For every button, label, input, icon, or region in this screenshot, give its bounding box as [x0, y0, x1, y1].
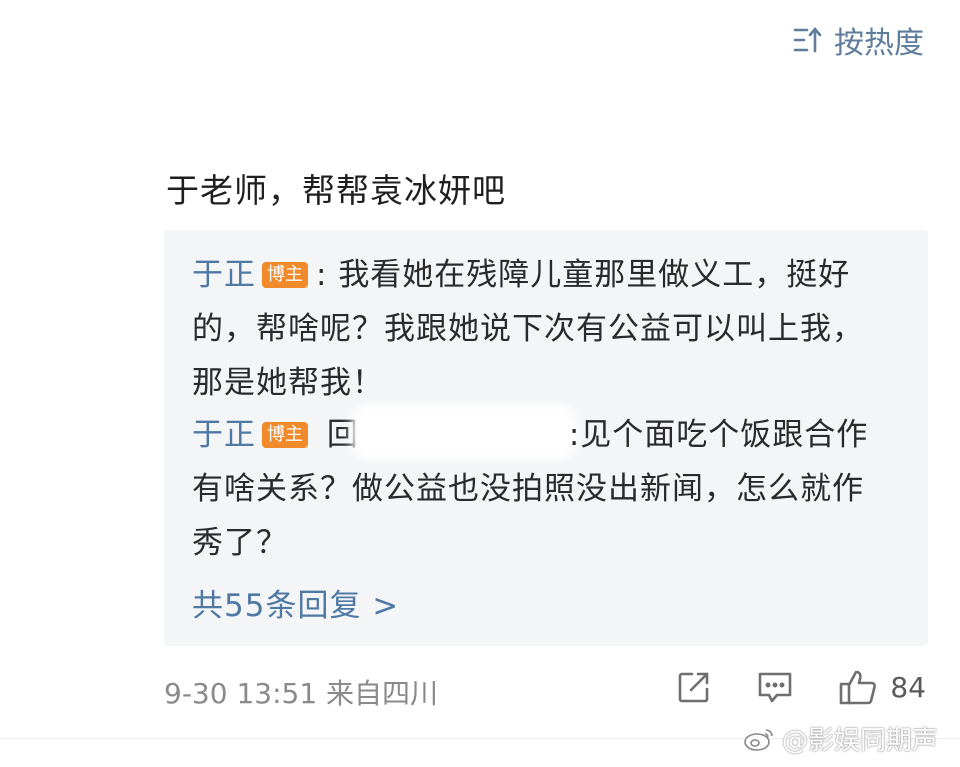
- sort-descending-icon: [792, 24, 824, 56]
- watermark-text: @影娱同期声: [781, 726, 938, 756]
- reply-separator: :: [316, 257, 328, 293]
- reply-username[interactable]: 于正: [192, 257, 256, 293]
- share-button[interactable]: [676, 669, 712, 705]
- sort-by-hot-button[interactable]: 按热度: [792, 18, 924, 62]
- reply-item: 于正 博主: 我看她在残障儿童那里做义工，挺好的，帮啥呢？我跟她说下次有公益可以叫…: [192, 248, 892, 410]
- like-count: 84: [890, 670, 926, 704]
- reply-prefix: 回: [326, 417, 359, 453]
- author-badge: 博主: [262, 422, 308, 448]
- view-all-replies-link[interactable]: 共55条回复 >: [192, 580, 399, 625]
- sort-label: 按热度: [834, 26, 924, 61]
- watermark: @影娱同期声: [742, 720, 938, 757]
- comment-location: 来自四川: [326, 677, 439, 710]
- comment-actions: 84: [632, 668, 926, 706]
- reply-username[interactable]: 于正: [192, 417, 256, 453]
- reply-item: 于正 博主 回:见个面吃个饭跟合作有啥关系？做公益也没拍照没出新闻，怎么就作秀了？: [192, 408, 892, 570]
- comment-text: 于老师，帮帮袁冰妍吧: [166, 171, 506, 210]
- comment-icon: [759, 672, 792, 703]
- like-button[interactable]: 84: [838, 668, 926, 706]
- share-icon: [679, 672, 709, 703]
- comment-datetime: 9-30 13:51: [164, 677, 318, 710]
- author-badge: 博主: [262, 262, 308, 288]
- comment-meta: 9-30 13:51 来自四川: [164, 672, 438, 712]
- reply-thread: 于正 博主: 我看她在残障儿童那里做义工，挺好的，帮啥呢？我跟她说下次有公益可以叫…: [164, 230, 928, 646]
- weibo-logo-icon: [744, 728, 773, 751]
- redacted-username: [358, 411, 569, 453]
- comment-button[interactable]: [756, 669, 794, 705]
- thumbs-up-icon: [840, 670, 877, 705]
